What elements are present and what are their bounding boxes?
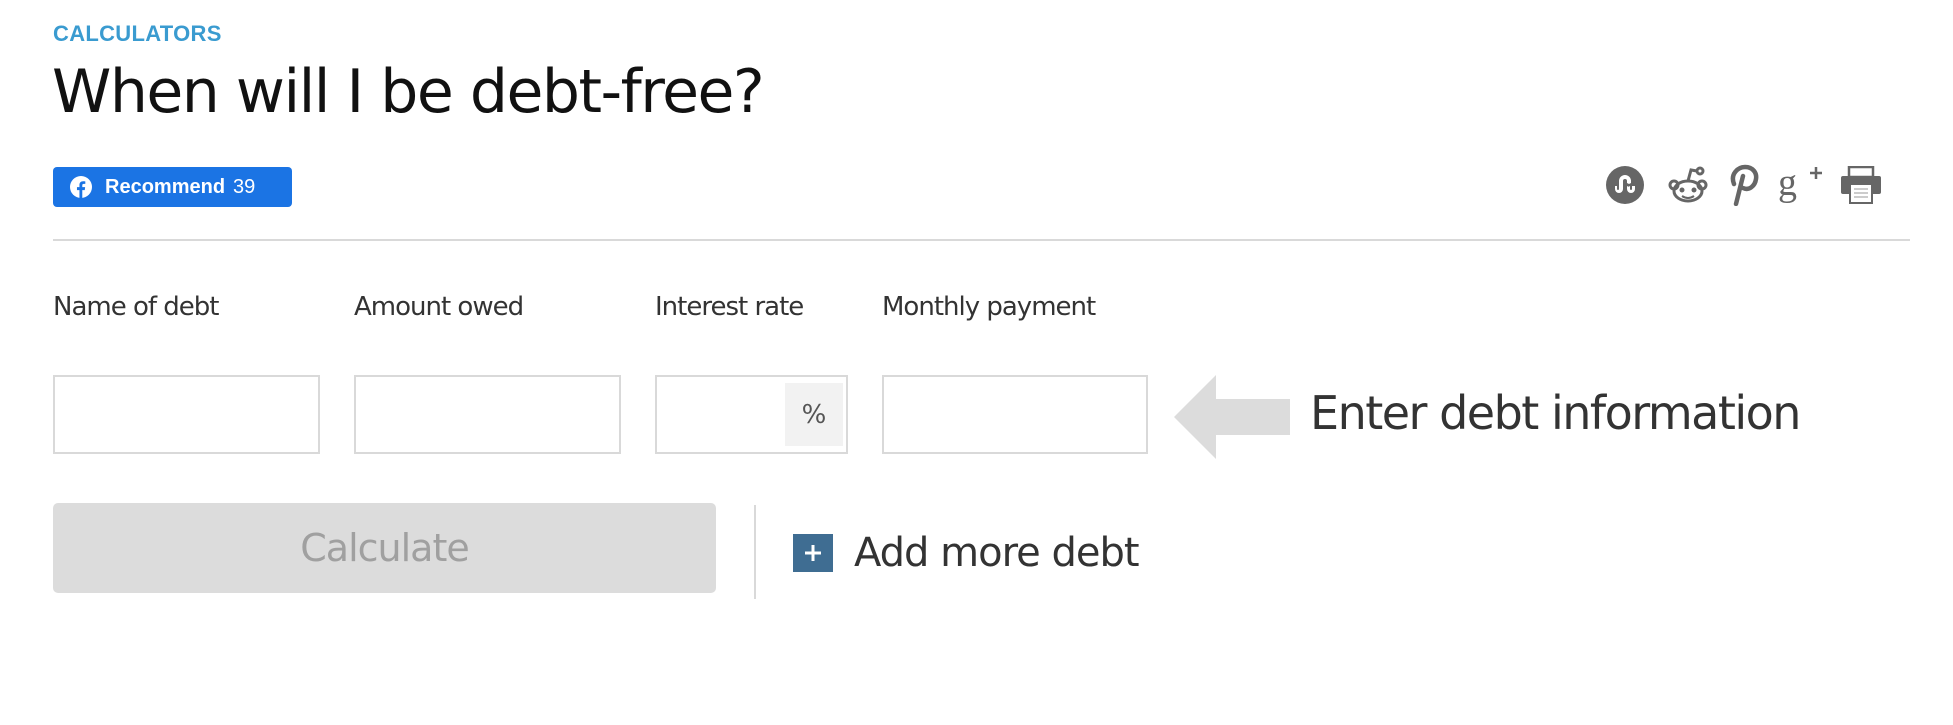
section-eyebrow[interactable]: CALCULATORS (53, 21, 222, 47)
name-of-debt-label: Name of debt (53, 292, 219, 322)
reddit-icon[interactable] (1666, 165, 1710, 205)
stumbleupon-icon[interactable] (1605, 165, 1645, 205)
calculate-button[interactable]: Calculate (53, 503, 716, 593)
add-more-debt-label: Add more debt (854, 530, 1140, 576)
page-title: When will I be debt-free? (52, 57, 765, 127)
facebook-recommend-button[interactable]: Recommend 39 (53, 167, 292, 207)
pinterest-icon[interactable] (1726, 164, 1760, 206)
google-plus-icon[interactable]: g (1778, 163, 1824, 207)
monthly-payment-input[interactable] (882, 375, 1148, 454)
name-of-debt-input[interactable] (53, 375, 320, 454)
print-icon[interactable] (1840, 166, 1882, 204)
amount-owed-input[interactable] (354, 375, 621, 454)
recommend-count: 39 (233, 175, 256, 198)
add-more-debt-button[interactable]: Add more debt (793, 530, 1140, 576)
plus-icon (793, 534, 833, 572)
header-divider (53, 239, 1910, 241)
monthly-payment-label: Monthly payment (882, 292, 1096, 322)
svg-text:g: g (1778, 163, 1797, 204)
hint-text: Enter debt information (1310, 386, 1801, 440)
interest-rate-label: Interest rate (655, 292, 804, 322)
recommend-label: Recommend (105, 175, 226, 198)
share-toolbar: g (1605, 162, 1882, 208)
amount-owed-label: Amount owed (354, 292, 524, 322)
facebook-icon (70, 176, 92, 198)
arrow-left-icon (1174, 375, 1290, 459)
percent-suffix: % (785, 383, 843, 446)
actions-divider (754, 505, 756, 599)
